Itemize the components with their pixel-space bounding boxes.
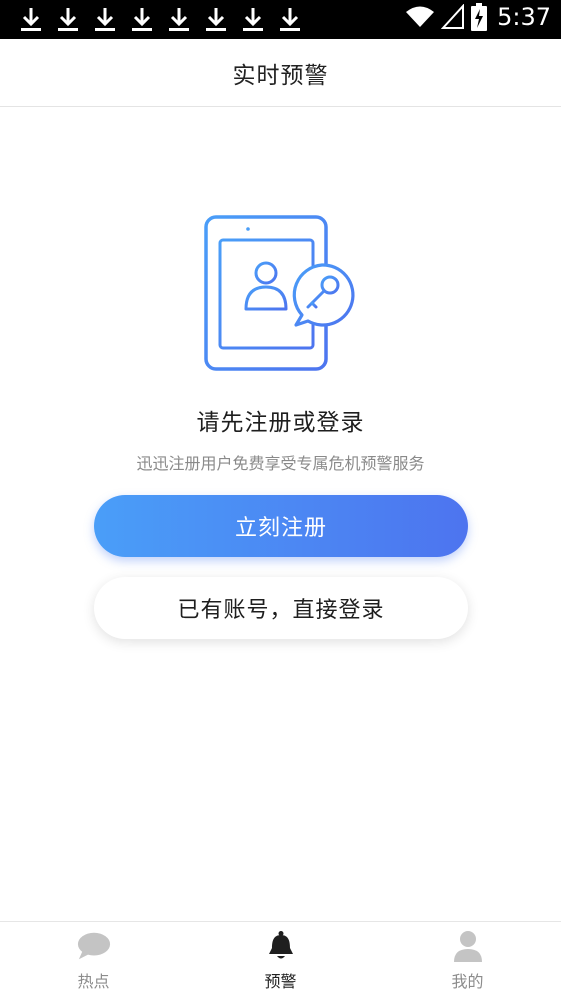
download-icon xyxy=(58,8,78,31)
download-icon xyxy=(280,8,300,31)
tablet-user-key-icon xyxy=(204,215,355,371)
app-header: 实时预警 xyxy=(0,39,561,107)
screen: 5:37 实时预警 请先注册或登录 迅迅注册用户免费享受专属危机预警服务 立刻注… xyxy=(0,0,561,999)
download-icon xyxy=(206,8,226,31)
status-indicators: 5:37 xyxy=(405,3,551,31)
nav-label-alert: 预警 xyxy=(264,972,297,991)
register-button[interactable]: 立刻注册 xyxy=(94,495,468,557)
nav-label-hot: 热点 xyxy=(77,972,110,991)
download-icon xyxy=(95,8,115,31)
download-icon xyxy=(21,8,41,31)
nav-item-alert[interactable]: 预警 xyxy=(187,922,374,999)
download-icon xyxy=(169,8,189,31)
chat-bubble-icon xyxy=(77,930,111,962)
status-bar: 5:37 xyxy=(0,0,561,39)
nav-item-hot[interactable]: 热点 xyxy=(0,922,187,999)
wifi-icon xyxy=(406,6,435,27)
download-icon xyxy=(243,8,263,31)
login-button[interactable]: 已有账号，直接登录 xyxy=(94,577,468,639)
empty-state-title: 请先注册或登录 xyxy=(196,410,365,436)
page-title: 实时预警 xyxy=(232,62,329,89)
bottom-nav: 热点 预警 我的 xyxy=(0,921,561,999)
empty-state-subtitle: 迅迅注册用户免费享受专属危机预警服务 xyxy=(136,454,425,473)
download-notifications xyxy=(19,6,302,33)
cell-signal-icon xyxy=(441,4,465,29)
nav-label-me: 我的 xyxy=(451,972,484,991)
download-icon xyxy=(132,8,152,31)
battery-charging-icon xyxy=(471,3,488,31)
nav-item-me[interactable]: 我的 xyxy=(374,922,561,999)
status-time: 5:37 xyxy=(497,3,551,31)
bell-icon xyxy=(264,930,298,962)
person-icon xyxy=(451,930,485,962)
